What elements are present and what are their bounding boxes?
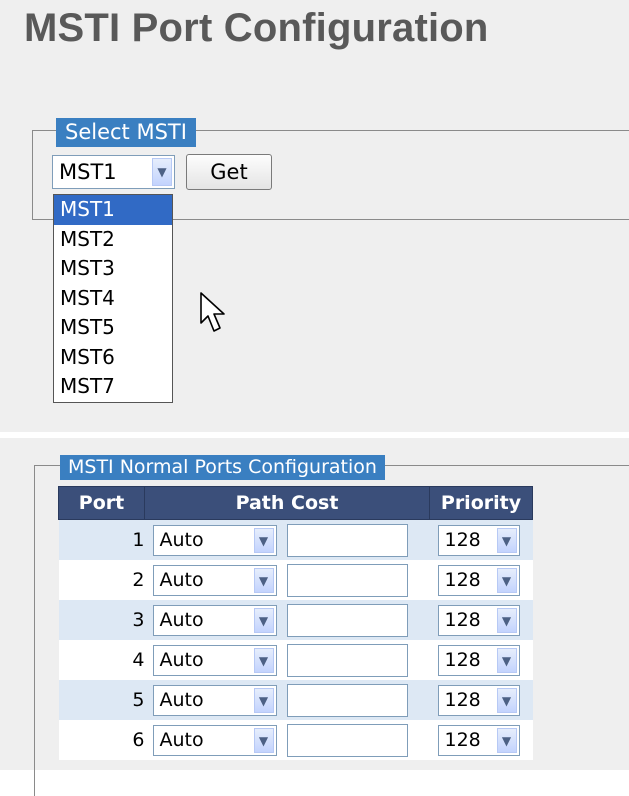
path-cost-mode-select[interactable]: Auto ▼	[152, 525, 277, 556]
dropdown-option-mst3[interactable]: MST3	[54, 254, 172, 284]
priority-value: 128	[444, 689, 481, 711]
path-cost-mode-select[interactable]: Auto ▼	[152, 605, 277, 636]
page-title: MSTI Port Configuration	[24, 6, 489, 50]
priority-value: 128	[444, 729, 481, 751]
msti-dropdown-list: MST1 MST2 MST3 MST4 MST5 MST6 MST7	[53, 194, 173, 403]
dropdown-option-mst5[interactable]: MST5	[54, 313, 172, 343]
dropdown-option-mst6[interactable]: MST6	[54, 343, 172, 373]
chevron-down-icon[interactable]: ▼	[253, 608, 274, 633]
priority-select[interactable]: 128 ▼	[437, 525, 520, 556]
chevron-down-icon[interactable]: ▼	[496, 688, 517, 713]
select-msti-legend: Select MSTI	[56, 118, 196, 147]
port-number: 4	[58, 640, 145, 680]
table-header-row: Port Path Cost Priority	[58, 486, 533, 520]
path-cost-mode-value: Auto	[159, 649, 204, 671]
path-cost-input[interactable]	[286, 564, 408, 597]
priority-cell: 128 ▼	[429, 640, 533, 680]
path-cost-cell: Auto ▼	[144, 720, 430, 760]
priority-cell: 128 ▼	[429, 560, 533, 600]
table-row: 5 Auto ▼ 128 ▼	[58, 680, 533, 720]
table-row: 3 Auto ▼ 128 ▼	[58, 600, 533, 640]
port-number: 2	[58, 560, 145, 600]
chevron-down-icon[interactable]: ▼	[496, 648, 517, 673]
path-cost-mode-value: Auto	[159, 689, 204, 711]
port-number: 3	[58, 600, 145, 640]
path-cost-input[interactable]	[286, 724, 408, 757]
path-cost-mode-select[interactable]: Auto ▼	[152, 685, 277, 716]
priority-cell: 128 ▼	[429, 600, 533, 640]
priority-value: 128	[444, 529, 481, 551]
path-cost-cell: Auto ▼	[144, 519, 430, 560]
chevron-down-icon[interactable]: ▼	[496, 568, 517, 593]
table-row: 1 Auto ▼ 128 ▼	[58, 519, 533, 560]
chevron-down-icon[interactable]: ▼	[253, 528, 274, 553]
port-number: 5	[58, 680, 145, 720]
priority-select[interactable]: 128 ▼	[437, 605, 520, 636]
chevron-down-icon[interactable]: ▼	[152, 158, 172, 186]
priority-value: 128	[444, 569, 481, 591]
path-cost-cell: Auto ▼	[144, 560, 430, 600]
get-button[interactable]: Get	[186, 154, 272, 190]
chevron-down-icon[interactable]: ▼	[496, 528, 517, 553]
table-row: 6 Auto ▼ 128 ▼	[58, 720, 533, 760]
msti-select[interactable]: MST1 ▼	[52, 155, 175, 189]
msti-select-value: MST1	[59, 160, 117, 184]
path-cost-mode-value: Auto	[159, 569, 204, 591]
path-cost-column-header: Path Cost	[144, 486, 430, 520]
chevron-down-icon[interactable]: ▼	[496, 608, 517, 633]
priority-column-header: Priority	[429, 486, 533, 520]
path-cost-cell: Auto ▼	[144, 680, 430, 720]
mouse-pointer-icon	[200, 292, 225, 332]
path-cost-cell: Auto ▼	[144, 600, 430, 640]
path-cost-input[interactable]	[286, 644, 408, 677]
path-cost-mode-select[interactable]: Auto ▼	[152, 645, 277, 676]
port-number: 6	[58, 720, 145, 760]
table-row: 2 Auto ▼ 128 ▼	[58, 560, 533, 600]
path-cost-mode-select[interactable]: Auto ▼	[152, 565, 277, 596]
ports-table: Port Path Cost Priority 1 Auto ▼ 128 ▼ 2…	[58, 486, 533, 760]
chevron-down-icon[interactable]: ▼	[253, 648, 274, 673]
dropdown-option-mst1[interactable]: MST1	[54, 195, 172, 225]
priority-cell: 128 ▼	[429, 519, 533, 560]
normal-ports-legend: MSTI Normal Ports Configuration	[60, 455, 385, 480]
chevron-down-icon[interactable]: ▼	[496, 728, 517, 753]
path-cost-cell: Auto ▼	[144, 640, 430, 680]
dropdown-option-mst2[interactable]: MST2	[54, 225, 172, 255]
path-cost-input[interactable]	[286, 684, 408, 717]
priority-select[interactable]: 128 ▼	[437, 685, 520, 716]
path-cost-input[interactable]	[286, 604, 408, 637]
path-cost-mode-value: Auto	[159, 529, 204, 551]
chevron-down-icon[interactable]: ▼	[253, 568, 274, 593]
chevron-down-icon[interactable]: ▼	[253, 688, 274, 713]
chevron-down-icon[interactable]: ▼	[253, 728, 274, 753]
priority-value: 128	[444, 649, 481, 671]
priority-cell: 128 ▼	[429, 720, 533, 760]
path-cost-mode-value: Auto	[159, 609, 204, 631]
priority-select[interactable]: 128 ▼	[437, 645, 520, 676]
port-column-header: Port	[58, 486, 145, 520]
path-cost-input[interactable]	[286, 524, 408, 557]
port-number: 1	[58, 519, 145, 560]
priority-select[interactable]: 128 ▼	[437, 565, 520, 596]
table-row: 4 Auto ▼ 128 ▼	[58, 640, 533, 680]
priority-select[interactable]: 128 ▼	[437, 725, 520, 756]
dropdown-option-mst4[interactable]: MST4	[54, 284, 172, 314]
dropdown-option-mst7[interactable]: MST7	[54, 372, 172, 402]
path-cost-mode-value: Auto	[159, 729, 204, 751]
priority-cell: 128 ▼	[429, 680, 533, 720]
priority-value: 128	[444, 609, 481, 631]
path-cost-mode-select[interactable]: Auto ▼	[152, 725, 277, 756]
